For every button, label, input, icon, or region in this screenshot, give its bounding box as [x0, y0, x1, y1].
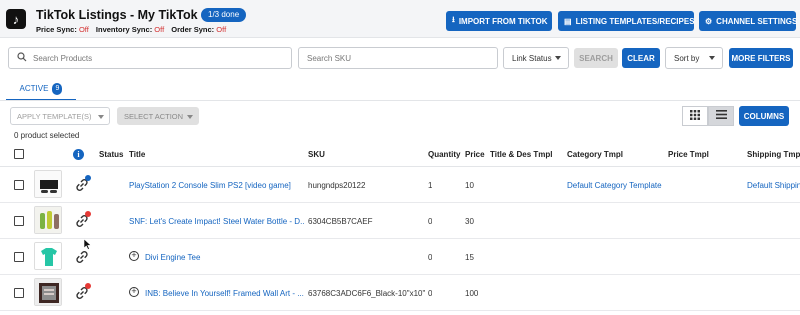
- search-sku-input[interactable]: Search SKU: [298, 47, 498, 69]
- tab-active-label: ACTIVE: [19, 84, 49, 93]
- document-icon: ▤: [564, 16, 572, 26]
- chevron-down-icon: [187, 115, 193, 119]
- header-category-tmpl: Category Tmpl: [567, 150, 624, 159]
- product-thumbnail[interactable]: [34, 170, 62, 198]
- price-sync-value: Off: [78, 25, 89, 34]
- table-header: i Status Title SKU Quantity Price Title …: [0, 142, 800, 167]
- table-row[interactable]: + INB: Believe In Yourself! Framed Wall …: [0, 275, 800, 311]
- more-filters-button[interactable]: MORE FILTERS: [729, 48, 793, 68]
- price-sync-label: Price Sync:: [36, 25, 77, 34]
- tab-divider: [0, 100, 800, 101]
- quantity-cell: 0: [428, 217, 433, 226]
- grid-icon: [690, 109, 700, 123]
- link-icon[interactable]: [75, 250, 89, 264]
- inventory-sync-value: Off: [154, 25, 165, 34]
- select-action-select[interactable]: SELECT ACTION: [117, 107, 199, 125]
- sku-cell: 6304CB5B7CAEF: [308, 217, 373, 226]
- templates-label: LISTING TEMPLATES/RECIPES: [575, 16, 695, 26]
- row-checkbox[interactable]: [14, 252, 24, 262]
- search-products-placeholder: Search Products: [33, 53, 93, 63]
- sort-by-select[interactable]: Sort by: [665, 47, 723, 69]
- table-row[interactable]: PlayStation 2 Console Slim PS2 [video ga…: [0, 167, 800, 203]
- search-sku-placeholder: Search SKU: [307, 53, 352, 63]
- columns-button[interactable]: COLUMNS: [739, 106, 789, 126]
- row-checkbox[interactable]: [14, 288, 24, 298]
- expand-variants-icon[interactable]: +: [129, 251, 139, 261]
- gear-icon: ⚙: [705, 16, 713, 26]
- expand-variants-icon[interactable]: +: [129, 287, 139, 297]
- import-from-tiktok-button[interactable]: ⭳ IMPORT FROM TIKTOK: [446, 11, 552, 31]
- tiktok-listings-page: ♪ TikTok Listings - My TikTok Shop 1/3 d…: [0, 0, 800, 315]
- product-thumbnail[interactable]: [34, 242, 62, 270]
- row-checkbox[interactable]: [14, 216, 24, 226]
- list-icon: [715, 110, 727, 122]
- chevron-down-icon: [555, 56, 561, 60]
- product-title-link[interactable]: Divi Engine Tee: [145, 253, 304, 262]
- quantity-cell: 0: [428, 253, 433, 262]
- tiktok-logo-icon: ♪: [6, 9, 26, 29]
- product-title-link[interactable]: SNF: Let's Create Impact! Steel Water Bo…: [129, 217, 304, 226]
- link-status-select[interactable]: Link Status: [503, 47, 569, 69]
- product-title-link[interactable]: PlayStation 2 Console Slim PS2 [video ga…: [129, 181, 304, 190]
- table-row[interactable]: + Divi Engine Tee 0 15: [0, 239, 800, 275]
- grid-view-button[interactable]: [682, 106, 708, 126]
- header-price-tmpl: Price Tmpl: [668, 150, 709, 159]
- header-title-des-tmpl: Title & Des Tmpl: [490, 150, 553, 159]
- table-row[interactable]: SNF: Let's Create Impact! Steel Water Bo…: [0, 203, 800, 239]
- product-thumbnail[interactable]: [34, 206, 62, 234]
- status-dot: [85, 283, 91, 289]
- settings-label: CHANNEL SETTINGS: [716, 16, 798, 26]
- search-products-input[interactable]: Search Products: [8, 47, 292, 69]
- sku-cell: 63768C3ADC6F6_Black-10"x10": [308, 289, 426, 298]
- mouse-cursor-icon: [84, 239, 92, 250]
- chevron-down-icon: [709, 56, 715, 60]
- quantity-cell: 0: [428, 289, 433, 298]
- header-quantity: Quantity: [428, 150, 461, 159]
- chevron-down-icon: [98, 115, 104, 119]
- product-title-link[interactable]: INB: Believe In Yourself! Framed Wall Ar…: [145, 289, 304, 298]
- sort-by-label: Sort by: [674, 53, 700, 63]
- quantity-cell: 1: [428, 181, 433, 190]
- tab-active-count: 9: [52, 82, 63, 95]
- channel-settings-button[interactable]: ⚙ CHANNEL SETTINGS: [699, 11, 798, 31]
- import-label: IMPORT FROM TIKTOK: [458, 16, 548, 26]
- header-sku: SKU: [308, 150, 325, 159]
- clear-button[interactable]: CLEAR: [622, 48, 660, 68]
- shipping-tmpl-link[interactable]: Default Shipping: [747, 181, 800, 190]
- price-cell: 10: [465, 181, 474, 190]
- header-title: Title: [129, 150, 146, 159]
- inventory-sync-label: Inventory Sync:: [95, 25, 153, 34]
- category-tmpl-link[interactable]: Default Category Template: [567, 181, 665, 190]
- search-icon: [17, 52, 27, 64]
- selected-count: 0 product selected: [14, 131, 80, 140]
- header-status: Status: [99, 150, 124, 159]
- info-icon[interactable]: i: [73, 149, 84, 160]
- price-cell: 15: [465, 253, 474, 262]
- sku-cell: hungndps20122: [308, 181, 366, 190]
- product-thumbnail[interactable]: [34, 278, 62, 306]
- progress-badge: 1/3 done: [201, 8, 247, 22]
- apply-template-select[interactable]: APPLY TEMPLATE(S): [10, 107, 110, 125]
- order-sync-label: Order Sync:: [171, 25, 215, 34]
- status-dot: [85, 211, 91, 217]
- header-shipping-tmpl: Shipping Tmpl: [747, 150, 800, 159]
- select-all-checkbox[interactable]: [14, 149, 24, 159]
- link-status-label: Link Status: [512, 53, 552, 63]
- order-sync-value: Off: [216, 25, 227, 34]
- listing-templates-button[interactable]: ▤ LISTING TEMPLATES/RECIPES: [558, 11, 695, 31]
- apply-template-label: APPLY TEMPLATE(S): [17, 111, 92, 121]
- sync-status: Price Sync: Off Inventory Sync: Off Orde…: [36, 25, 231, 34]
- page-header: ♪ TikTok Listings - My TikTok Shop 1/3 d…: [0, 0, 800, 38]
- tab-active[interactable]: ACTIVE 9: [6, 78, 76, 101]
- search-button[interactable]: SEARCH: [574, 48, 618, 68]
- price-cell: 100: [465, 289, 479, 298]
- list-view-button[interactable]: [708, 106, 734, 126]
- status-dot: [85, 175, 91, 181]
- price-cell: 30: [465, 217, 474, 226]
- header-price: Price: [465, 150, 485, 159]
- select-action-label: SELECT ACTION: [124, 111, 184, 121]
- download-icon: ⭳: [452, 15, 455, 24]
- row-checkbox[interactable]: [14, 180, 24, 190]
